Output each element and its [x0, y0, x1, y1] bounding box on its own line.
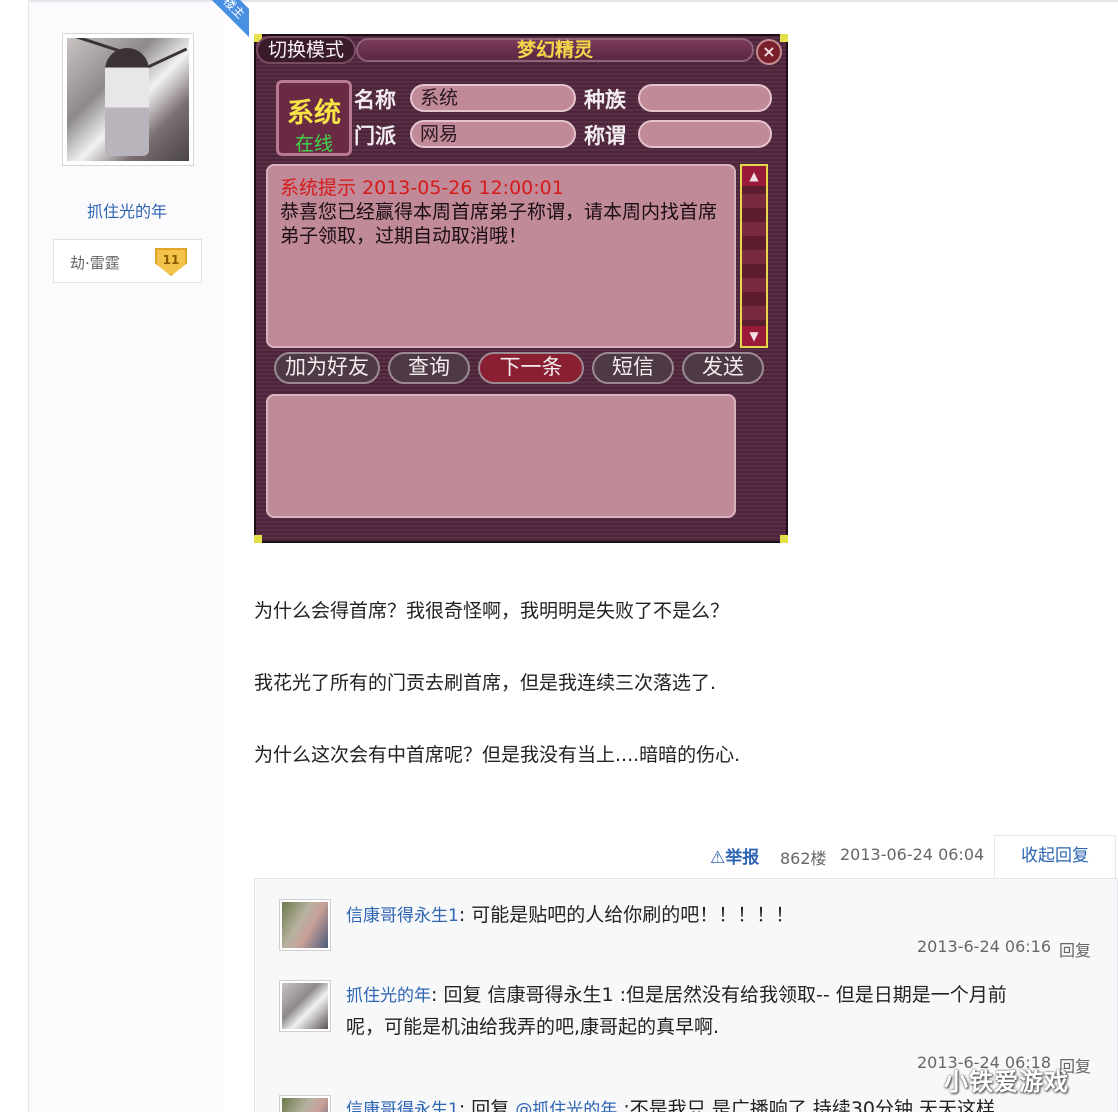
reply-time: 2013-6-24 06:16 [917, 937, 1051, 956]
school-value: 网易 [410, 120, 576, 148]
close-icon: × [756, 39, 782, 65]
avatar-image [282, 902, 328, 948]
post-paragraph: 为什么会得首席？我很奇怪啊，我明明是失败了不是么？ [254, 600, 730, 622]
avatar-image [282, 1098, 328, 1112]
reply-username[interactable]: 信康哥得永生1 [346, 1100, 459, 1112]
op-badge-label: 楼主 [188, 0, 249, 54]
online-status: 在线 [294, 133, 333, 155]
post-datetime: 2013-06-24 06:04 [840, 845, 985, 864]
name-value: 系统 [410, 84, 576, 112]
message-display: 系统提示 2013-05-26 12:00:01 恭喜您已经赢得本周首席弟子称谓… [266, 164, 736, 348]
reply-button[interactable]: 回复 [1059, 937, 1091, 961]
add-friend-button: 加为好友 [274, 352, 380, 384]
game-title-bar: 梦幻精灵 [356, 38, 754, 62]
reply-text: : 可能是贴吧的人给你刷的吧！！！！！ [458, 904, 795, 926]
system-avatar-icon: 系统 在线 [276, 80, 352, 156]
report-link[interactable]: ⚠举报 [710, 843, 759, 868]
reply-username[interactable]: 抓住光的年 [346, 986, 431, 1006]
reply-content: 抓住光的年: 回复 信康哥得永生1 :但是居然没有给我领取-- 但是日期是一个月… [346, 979, 1007, 1012]
game-title: 梦幻精灵 [516, 39, 593, 61]
message-scrollbar: ▲ ▼ [740, 164, 768, 348]
reply-username[interactable]: 信康哥得永生1 [346, 906, 459, 926]
collapse-replies-button[interactable]: 收起回复 [994, 835, 1116, 879]
frame-corner [780, 535, 788, 543]
reply-avatar[interactable] [279, 899, 331, 951]
reply-avatar[interactable] [279, 1095, 331, 1112]
query-button: 查询 [388, 352, 470, 384]
reply-content: 信康哥得永生1: 回复 @抓住光的年 :不是我只 是广播响了 持续30分钟 天天… [346, 1093, 995, 1112]
scroll-up-icon: ▲ [742, 166, 766, 186]
system-icon-label: 系统 [287, 98, 341, 129]
reply-text: : 回复 信康哥得永生1 :但是居然没有给我领取-- 但是日期是一个月前 [431, 984, 1007, 1006]
reply-content: 信康哥得永生1: 可能是贴吧的人给你刷的吧！！！！！ [346, 899, 794, 932]
reply-text: : 回复 [458, 1098, 516, 1112]
message-body: 恭喜您已经赢得本周首席弟子称谓，请本周内找首席弟子领取，过期自动取消哦！ [280, 201, 718, 247]
title-value [638, 120, 772, 148]
send-button: 发送 [682, 352, 764, 384]
author-sidebar: 楼主 抓住光的年 劫·雷霆 11 [28, 0, 249, 1112]
game-screenshot: 切换模式 梦幻精灵 × 系统 在线 名称 系统 种族 门派 网易 称谓 系统提示… [254, 34, 788, 543]
switch-mode-button: 切换模式 [256, 36, 356, 64]
avatar-image [282, 983, 328, 1029]
reply-text: :不是我只 是广播响了 持续30分钟 天天这样 [617, 1098, 996, 1112]
message-header: 系统提示 2013-05-26 12:00:01 [280, 177, 564, 199]
avatar-figure [105, 48, 149, 156]
message-input-area [266, 394, 736, 518]
game-titlebar: 切换模式 梦幻精灵 × [256, 36, 786, 66]
post-paragraph: 为什么这次会有中首席呢？但是我没有当上....暗暗的伤心. [254, 744, 741, 766]
scroll-down-icon: ▼ [742, 326, 766, 346]
warning-icon: ⚠ [710, 848, 726, 868]
title-label: 称谓 [584, 124, 626, 148]
report-label: 举报 [725, 848, 760, 868]
next-button: 下一条 [478, 352, 584, 384]
race-value [638, 84, 772, 112]
author-name[interactable]: 抓住光的年 [29, 198, 225, 222]
school-label: 门派 [354, 124, 396, 148]
watermark: 小铁爱游戏 [944, 1068, 1069, 1096]
level-badge[interactable]: 劫·雷霆 11 [53, 239, 202, 283]
name-label: 名称 [354, 88, 396, 112]
frame-corner [254, 535, 262, 543]
sms-button: 短信 [592, 352, 674, 384]
race-label: 种族 [584, 88, 626, 112]
op-badge: 楼主 [169, 0, 249, 56]
floor-number: 862楼 [780, 849, 827, 868]
reply-text-continued: 呢，可能是机油给我弄的吧,康哥起的真早啊. [346, 1016, 720, 1038]
reply-avatar[interactable] [279, 980, 331, 1032]
post-paragraph: 我花光了所有的门贡去刷首席，但是我连续三次落选了. [254, 672, 717, 694]
mention-link[interactable]: @抓住光的年 [515, 1100, 617, 1112]
level-number-icon: 11 [155, 248, 187, 276]
avatar-image [67, 38, 189, 161]
level-title: 劫·雷霆 [70, 254, 120, 272]
